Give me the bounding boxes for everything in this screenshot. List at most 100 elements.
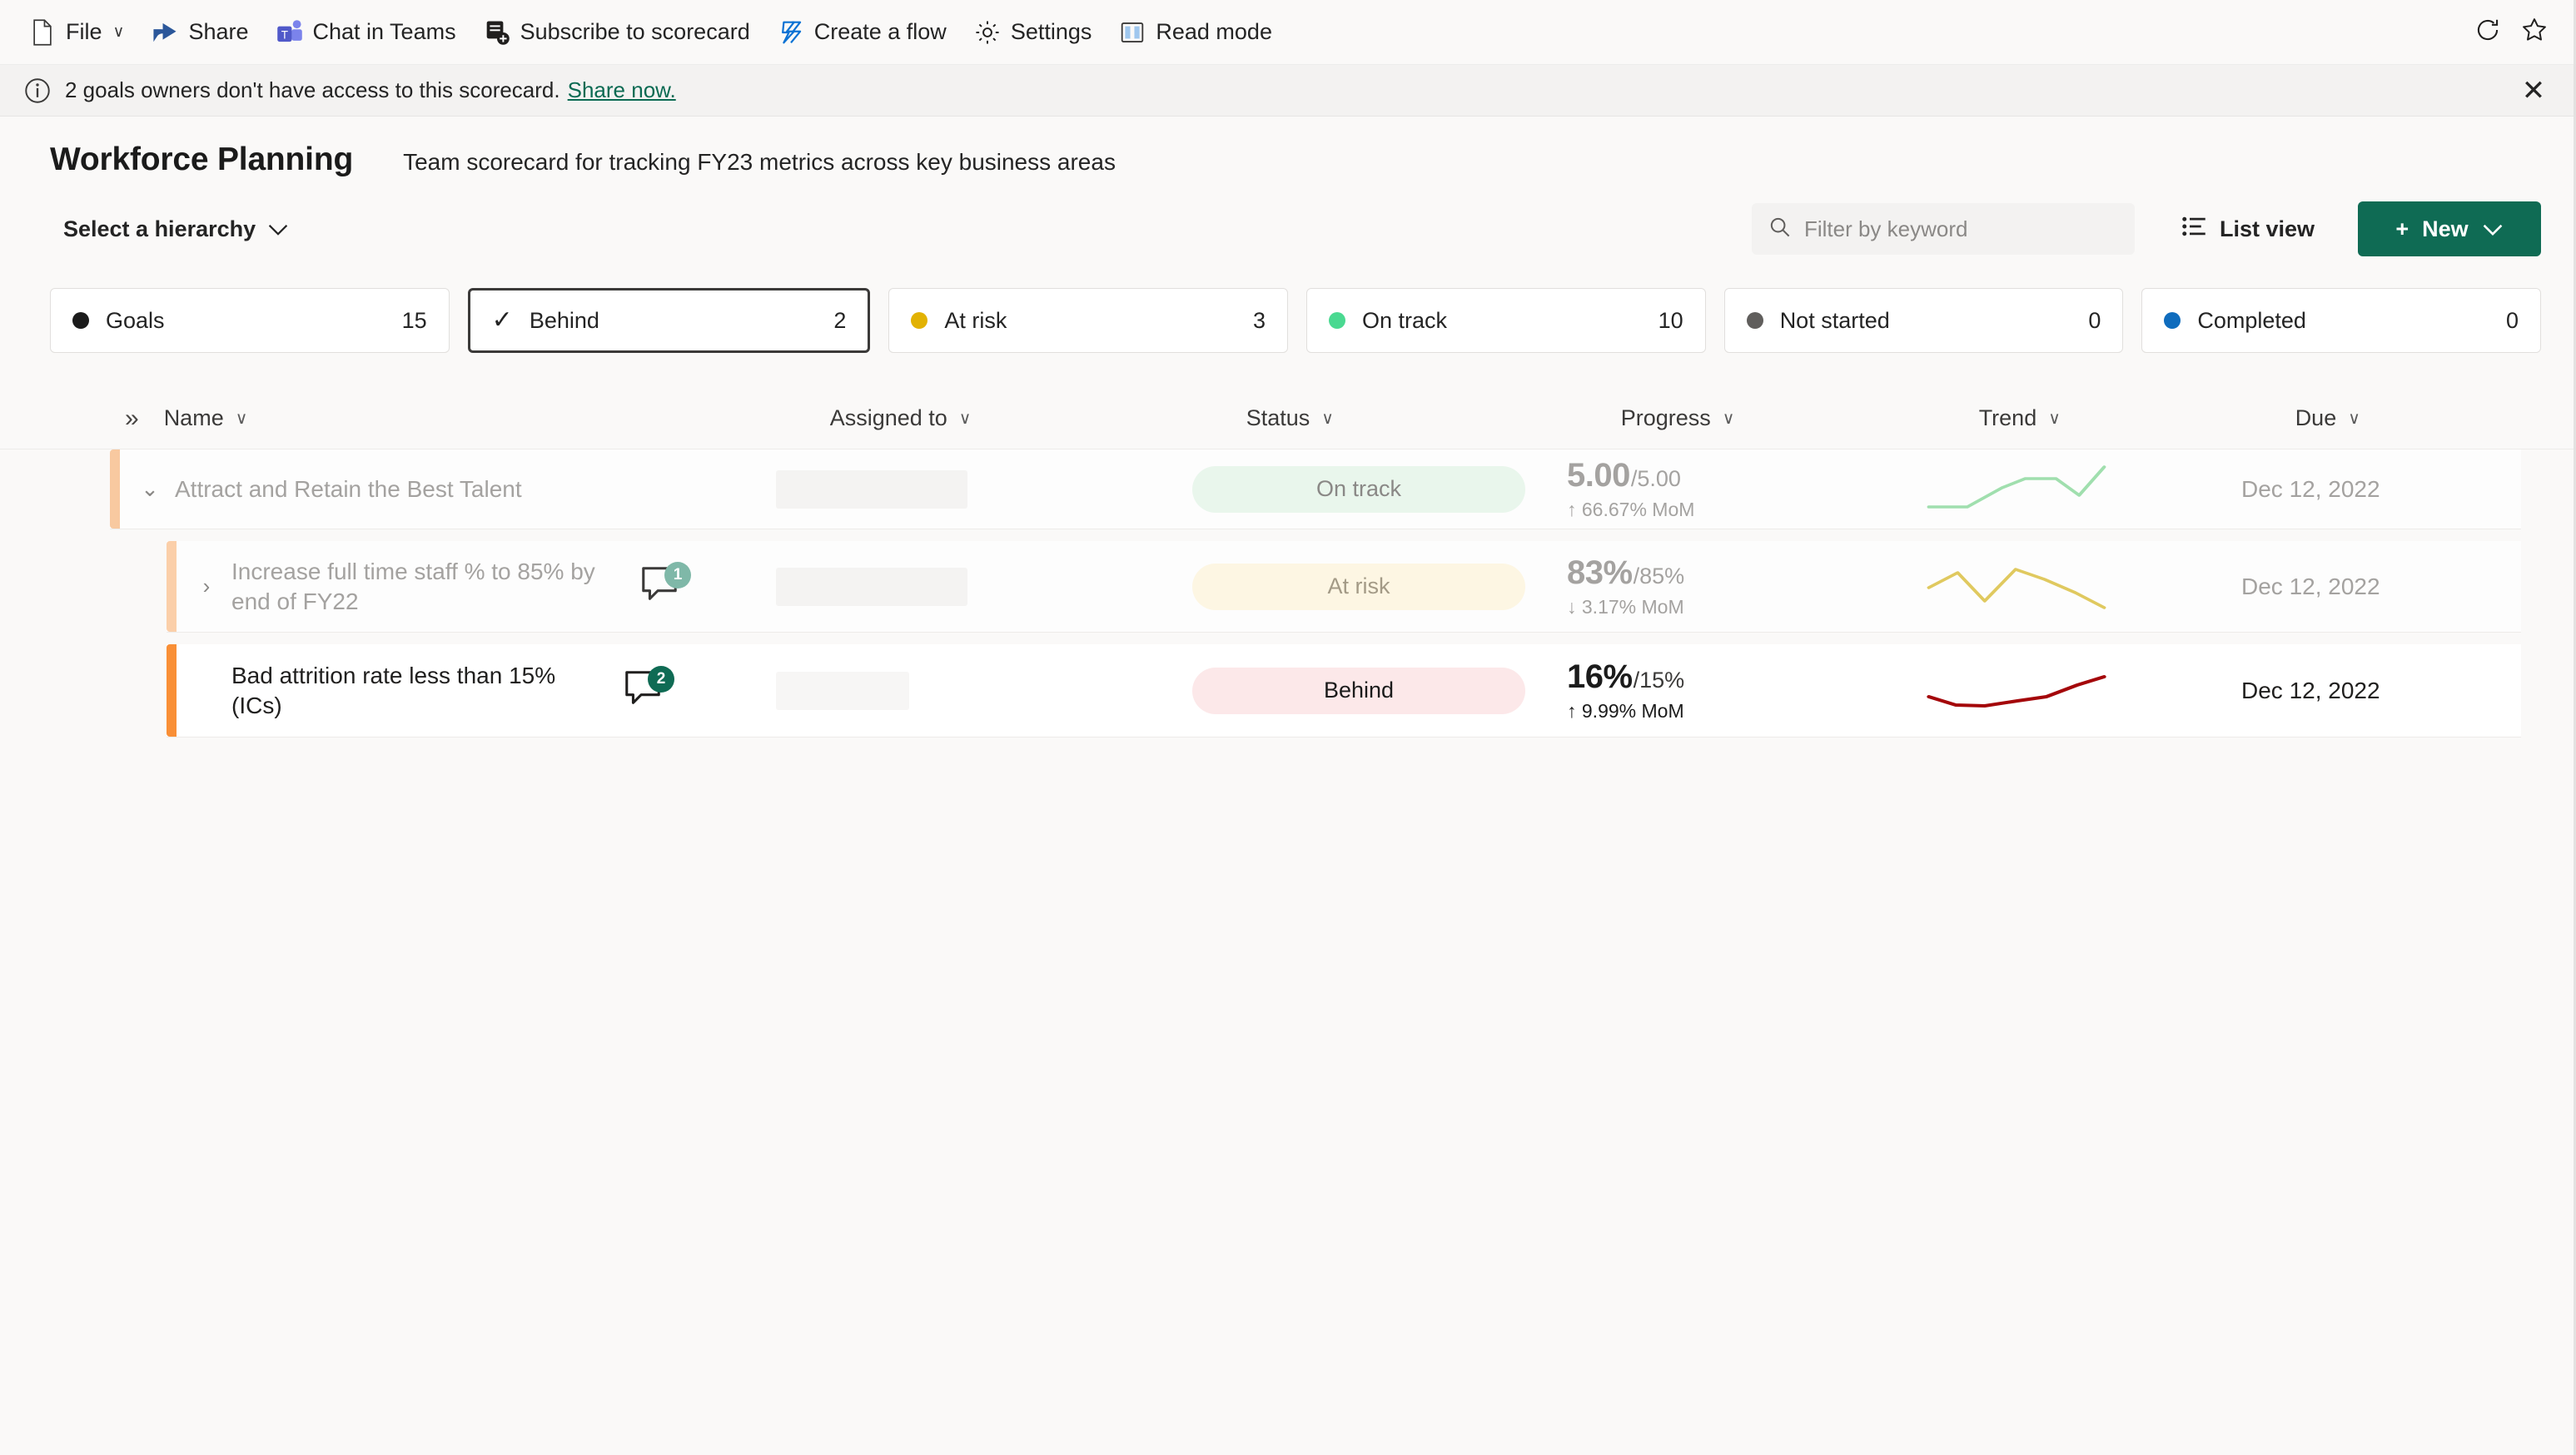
status-filter-completed[interactable]: Completed 0 [2141, 288, 2542, 353]
row-name-cell: › Increase full time staff % to 85% by e… [167, 541, 776, 632]
chevron-down-icon [2482, 216, 2504, 242]
mom-arrow-icon: ↑ [1567, 700, 1577, 722]
search-input[interactable] [1803, 216, 2117, 242]
mom-text: 9.99% MoM [1581, 700, 1684, 722]
progress-mom: ↑ 66.67% MoM [1567, 499, 1694, 521]
chevron-down-icon: ∨ [2048, 410, 2061, 428]
row-progress-cell: 5.00 /5.00 ↑ 66.67% MoM [1567, 449, 1925, 529]
select-hierarchy-label: Select a hierarchy [63, 216, 256, 241]
list-view-toggle[interactable]: List view [2170, 206, 2326, 252]
progress-mom: ↑ 9.99% MoM [1567, 700, 1684, 723]
mom-text: 3.17% MoM [1581, 596, 1684, 618]
row-separator [0, 529, 2576, 541]
status-filter-on-track[interactable]: On track 10 [1306, 288, 1706, 353]
column-header-assigned-to-label: Assigned to [829, 405, 947, 430]
chevron-down-icon: ∨ [235, 410, 248, 428]
refresh-button[interactable] [2464, 9, 2511, 56]
new-button[interactable]: + New [2358, 201, 2541, 256]
comment-badge[interactable]: 2 [621, 665, 674, 714]
select-hierarchy-dropdown[interactable]: Select a hierarchy [58, 210, 294, 249]
chevron-down-icon: ∨ [112, 23, 125, 41]
row-trend-cell [1925, 541, 2241, 632]
progress-current: 83% [1567, 554, 1633, 591]
comment-badge[interactable]: 1 [638, 561, 691, 610]
toolbar-row: Select a hierarchy List view + New [0, 178, 2576, 256]
command-read-mode-label: Read mode [1156, 19, 1272, 44]
command-settings-label: Settings [1010, 19, 1092, 44]
row-status-cell: At risk [1192, 541, 1567, 632]
not-started-dot-icon [1746, 312, 1763, 329]
subscribe-icon [483, 18, 511, 47]
command-create-a-flow[interactable]: Create a flow [763, 8, 960, 57]
command-read-mode[interactable]: Read mode [1105, 8, 1286, 57]
goal-name: Increase full time staff % to 85% by end… [231, 558, 595, 614]
status-filter-on-track-count: 10 [1658, 307, 1683, 333]
row-trend-cell [1925, 449, 2241, 529]
trend-sparkline [1927, 464, 2106, 509]
status-filter-not-started[interactable]: Not started 0 [1723, 288, 2124, 353]
chevron-down-icon: ∨ [958, 410, 972, 428]
svg-text:T: T [281, 28, 287, 41]
status-filter-not-started-count: 0 [2088, 307, 2101, 333]
row-assigned-cell[interactable] [776, 449, 1192, 529]
row-assigned-cell[interactable] [776, 541, 1192, 632]
share-icon [151, 18, 179, 47]
table-row[interactable]: › Increase full time staff % to 85% by e… [167, 541, 2521, 633]
info-icon [23, 77, 52, 105]
row-expand-toggle[interactable]: ⌄ [125, 476, 175, 502]
check-icon: ✓ [491, 306, 513, 334]
grid-header-row: » Name ∨ Assigned to ∨ Status ∨ Progress… [0, 388, 2576, 449]
row-accent-bar [167, 541, 177, 632]
list-view-label: List view [2219, 216, 2315, 241]
chevron-down-icon [267, 216, 289, 242]
progress-current: 16% [1567, 658, 1633, 695]
row-accent-bar [167, 644, 177, 737]
goal-name: Bad attrition rate less than 15% (ICs) [231, 662, 556, 718]
command-settings[interactable]: Settings [960, 8, 1106, 57]
column-header-assigned-to[interactable]: Assigned to ∨ [830, 405, 1246, 431]
row-due-cell: Dec 12, 2022 [2241, 449, 2491, 529]
due-date: Dec 12, 2022 [2241, 573, 2380, 599]
share-now-link[interactable]: Share now. [568, 77, 676, 103]
row-assigned-cell[interactable] [776, 644, 1192, 737]
column-header-status-label: Status [1246, 405, 1310, 430]
page-header: Workforce Planning Team scorecard for tr… [0, 117, 2576, 256]
goal-name: Attract and Retain the Best Talent [175, 475, 522, 502]
command-subscribe-to-scorecard[interactable]: Subscribe to scorecard [470, 8, 763, 57]
expand-all-icon[interactable]: » [125, 405, 139, 431]
trend-sparkline [1927, 674, 2106, 708]
close-notification-button[interactable]: ✕ [2514, 72, 2553, 110]
status-filter-at-risk[interactable]: At risk 3 [888, 288, 1289, 353]
table-row[interactable]: ⌄ Attract and Retain the Best Talent On … [110, 449, 2521, 529]
column-header-name[interactable]: Name ∨ [164, 405, 830, 431]
command-file[interactable]: File ∨ [15, 8, 137, 57]
trend-line [1927, 464, 2106, 509]
search-box[interactable] [1751, 203, 2135, 255]
status-badge: At risk [1192, 563, 1525, 610]
row-name-cell: Bad attrition rate less than 15% (ICs) 2 [167, 644, 776, 737]
mom-text: 66.67% MoM [1581, 499, 1695, 520]
row-trend-cell [1925, 644, 2241, 737]
mom-arrow-icon: ↑ [1567, 499, 1577, 520]
column-header-status[interactable]: Status ∨ [1246, 405, 1621, 431]
favorite-button[interactable] [2511, 9, 2558, 56]
status-filter-behind[interactable]: ✓ Behind 2 [467, 288, 871, 353]
column-header-progress[interactable]: Progress ∨ [1621, 405, 1979, 431]
status-filter-goals-count: 15 [401, 307, 427, 333]
column-header-due[interactable]: Due ∨ [2295, 405, 2545, 431]
comment-count: 1 [664, 561, 691, 588]
column-header-trend[interactable]: Trend ∨ [1979, 405, 2295, 431]
table-row[interactable]: Bad attrition rate less than 15% (ICs) 2… [167, 644, 2521, 737]
command-chat-in-teams[interactable]: T Chat in Teams [262, 8, 470, 57]
row-status-cell: On track [1192, 449, 1567, 529]
grid-body: ⌄ Attract and Retain the Best Talent On … [0, 449, 2576, 737]
status-filter-goals[interactable]: Goals 15 [50, 288, 450, 353]
row-expand-toggle[interactable]: › [182, 574, 231, 599]
at-risk-dot-icon [911, 312, 928, 329]
power-automate-icon [777, 18, 805, 47]
status-badge: Behind [1192, 667, 1525, 714]
status-filter-completed-count: 0 [2506, 307, 2519, 333]
column-header-due-label: Due [2295, 405, 2337, 430]
command-share[interactable]: Share [137, 8, 261, 57]
column-header-name-label: Name [163, 405, 224, 430]
